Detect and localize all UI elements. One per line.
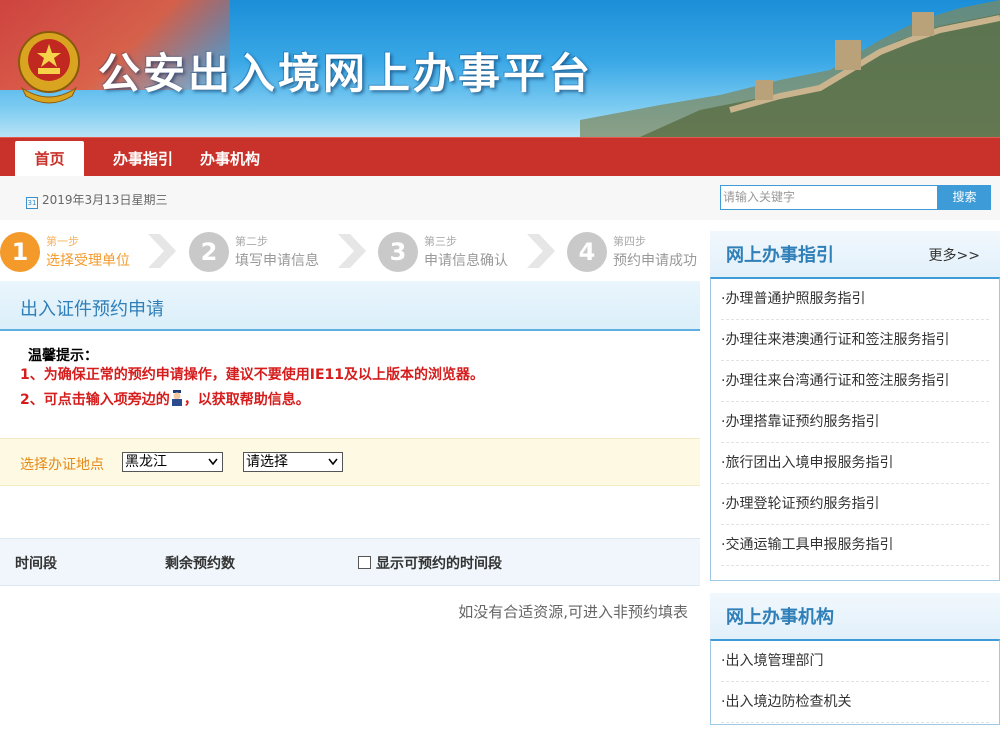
- police-emblem-icon: [18, 31, 80, 104]
- guide-title: 网上办事指引: [726, 245, 834, 266]
- search-input[interactable]: 请输入关键字: [720, 185, 938, 210]
- agencies-box-header: 网上办事机构: [710, 593, 1000, 639]
- non-appointment-link[interactable]: 如没有合适资源,可进入非预约填表: [458, 601, 688, 622]
- chevron-right-icon: [527, 234, 555, 268]
- office-select[interactable]: 请选择: [243, 452, 343, 472]
- guide-item[interactable]: ·办理搭靠证预约服务指引: [721, 402, 989, 443]
- step-caption: 第二步: [235, 235, 268, 248]
- step-label: 申请信息确认: [424, 253, 508, 269]
- nav-home[interactable]: 首页: [15, 141, 84, 177]
- guide-list: ·办理普通护照服务指引 ·办理往来港澳通行证和签注服务指引 ·办理往来台湾通行证…: [710, 277, 1000, 581]
- chevron-down-icon: [208, 458, 218, 466]
- province-select[interactable]: 黑龙江: [122, 452, 223, 472]
- guide-item[interactable]: ·办理普通护照服务指引: [721, 279, 989, 320]
- calendar-icon: 31: [26, 197, 38, 209]
- tip-browser: 1、为确保正常的预约申请操作，建议不要使用IE11及以上版本的浏览器。: [20, 367, 484, 383]
- search-button[interactable]: 搜索: [938, 185, 991, 210]
- agency-item[interactable]: ·出入境管理部门: [721, 641, 989, 682]
- great-wall-image: [580, 0, 1000, 137]
- agencies-title: 网上办事机构: [726, 607, 834, 628]
- guide-item[interactable]: ·办理往来台湾通行证和签注服务指引: [721, 361, 989, 402]
- agency-item[interactable]: ·出入境边防检查机关: [721, 682, 989, 723]
- tip-help: 2、可点击输入项旁边的 ，以获取帮助信息。: [20, 389, 310, 409]
- step-number: 3: [378, 232, 418, 272]
- current-date: 31 2019年3月13日星期三: [26, 191, 167, 209]
- location-label: 选择办证地点: [20, 457, 104, 473]
- show-available-checkbox[interactable]: [358, 556, 371, 569]
- progress-steps: 1 第一步 选择受理单位 2 第二步 填写申请信息 3 第三步 申请信息确认 4…: [0, 226, 700, 276]
- col-time: 时间段: [15, 556, 57, 572]
- step-label: 填写申请信息: [235, 253, 319, 269]
- nav-agencies[interactable]: 办事机构: [200, 141, 260, 177]
- guide-item[interactable]: ·办理登轮证预约服务指引: [721, 484, 989, 525]
- tip-help-text: 2、可点击输入项旁边的: [20, 392, 170, 408]
- step-number: 2: [189, 232, 229, 272]
- step-caption: 第三步: [424, 235, 457, 248]
- main-nav: 首页 办事指引 办事机构: [0, 137, 1000, 177]
- step-label: 选择受理单位: [46, 253, 130, 269]
- step-number: 4: [567, 232, 607, 272]
- chevron-right-icon: [338, 234, 366, 268]
- more-link[interactable]: 更多>>: [929, 245, 980, 265]
- step-caption: 第四步: [613, 235, 646, 248]
- guide-item[interactable]: ·交通运输工具申报服务指引: [721, 525, 989, 566]
- location-selector-row: 选择办证地点 黑龙江 请选择: [0, 438, 700, 486]
- show-available-label[interactable]: 显示可预约的时间段: [376, 553, 502, 573]
- police-help-icon: [171, 390, 182, 406]
- office-value: 请选择: [246, 454, 288, 470]
- agencies-list: ·出入境管理部门 ·出入境边防检查机关: [710, 639, 1000, 725]
- agencies-box: 网上办事机构 ·出入境管理部门 ·出入境边防检查机关: [710, 593, 1000, 725]
- step-caption: 第一步: [46, 235, 79, 248]
- col-remaining: 剩余预约数: [165, 556, 235, 572]
- guide-box: 网上办事指引 更多>> ·办理普通护照服务指引 ·办理往来港澳通行证和签注服务指…: [710, 231, 1000, 581]
- site-title: 公安出入境网上办事平台: [98, 49, 594, 98]
- chevron-down-icon: [328, 458, 338, 466]
- tips-title: 温馨提示：: [28, 348, 98, 364]
- province-value: 黑龙江: [125, 454, 167, 470]
- step-number: 1: [0, 232, 40, 272]
- guide-item[interactable]: ·办理往来港澳通行证和签注服务指引: [721, 320, 989, 361]
- date-text: 2019年3月13日星期三: [42, 193, 168, 207]
- form-panel-header: 出入证件预约申请: [0, 281, 700, 331]
- guide-box-header: 网上办事指引 更多>>: [710, 231, 1000, 277]
- time-slot-header: 时间段 剩余预约数 显示可预约的时间段: [0, 538, 700, 586]
- step-label: 预约申请成功: [613, 253, 697, 269]
- nav-guide[interactable]: 办事指引: [113, 141, 173, 177]
- guide-item[interactable]: ·旅行团出入境申报服务指引: [721, 443, 989, 484]
- chevron-right-icon: [148, 234, 176, 268]
- form-title: 出入证件预约申请: [20, 299, 164, 320]
- tip-help-text-end: ，以获取帮助信息。: [183, 392, 310, 408]
- header-banner: 公安出入境网上办事平台: [0, 0, 1000, 137]
